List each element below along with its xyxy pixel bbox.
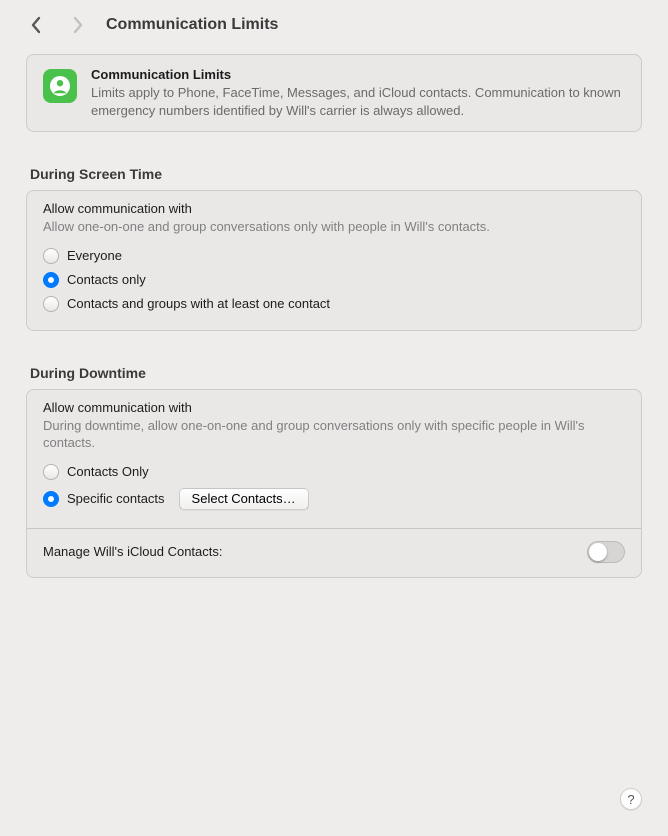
downtime-group-title: Allow communication with (43, 400, 625, 415)
intro-desc: Limits apply to Phone, FaceTime, Message… (91, 84, 625, 119)
radio-label: Specific contacts (67, 491, 165, 506)
radio-label: Everyone (67, 248, 122, 263)
radio-button-icon (43, 491, 59, 507)
nav-arrows (30, 16, 84, 34)
radio-label: Contacts Only (67, 464, 149, 479)
help-button[interactable]: ? (620, 788, 642, 810)
forward-button (72, 16, 84, 34)
radio-contacts-only[interactable]: Contacts only (43, 268, 625, 292)
page-title: Communication Limits (106, 16, 278, 34)
downtime-group-desc: During downtime, allow one-on-one and gr… (43, 417, 625, 452)
manage-icloud-row: Manage Will's iCloud Contacts: (43, 541, 625, 563)
header: Communication Limits (0, 0, 668, 48)
radio-downtime-specific[interactable]: Specific contacts Select Contacts… (43, 484, 625, 514)
section-title-screentime: During Screen Time (30, 166, 638, 182)
select-contacts-button[interactable]: Select Contacts… (179, 488, 309, 510)
radio-downtime-contacts-only[interactable]: Contacts Only (43, 460, 625, 484)
contacts-icon (43, 69, 77, 103)
radio-label: Contacts only (67, 272, 146, 287)
radio-everyone[interactable]: Everyone (43, 244, 625, 268)
group-downtime: Allow communication with During downtime… (26, 389, 642, 578)
back-button[interactable] (30, 16, 42, 34)
radio-button-icon (43, 272, 59, 288)
intro-title: Communication Limits (91, 67, 625, 82)
intro-text: Communication Limits Limits apply to Pho… (91, 67, 625, 119)
radio-button-icon (43, 296, 59, 312)
group-screentime: Allow communication with Allow one-on-on… (26, 190, 642, 331)
radio-button-icon (43, 248, 59, 264)
divider (27, 528, 641, 529)
screentime-group-desc: Allow one-on-one and group conversations… (43, 218, 625, 236)
manage-icloud-toggle[interactable] (587, 541, 625, 563)
section-title-downtime: During Downtime (30, 365, 638, 381)
screentime-group-title: Allow communication with (43, 201, 625, 216)
manage-label: Manage Will's iCloud Contacts: (43, 544, 223, 559)
radio-label: Contacts and groups with at least one co… (67, 296, 330, 311)
intro-card: Communication Limits Limits apply to Pho… (26, 54, 642, 132)
radio-button-icon (43, 464, 59, 480)
radio-contacts-groups[interactable]: Contacts and groups with at least one co… (43, 292, 625, 316)
toggle-knob (589, 543, 607, 561)
help-icon: ? (627, 792, 634, 807)
